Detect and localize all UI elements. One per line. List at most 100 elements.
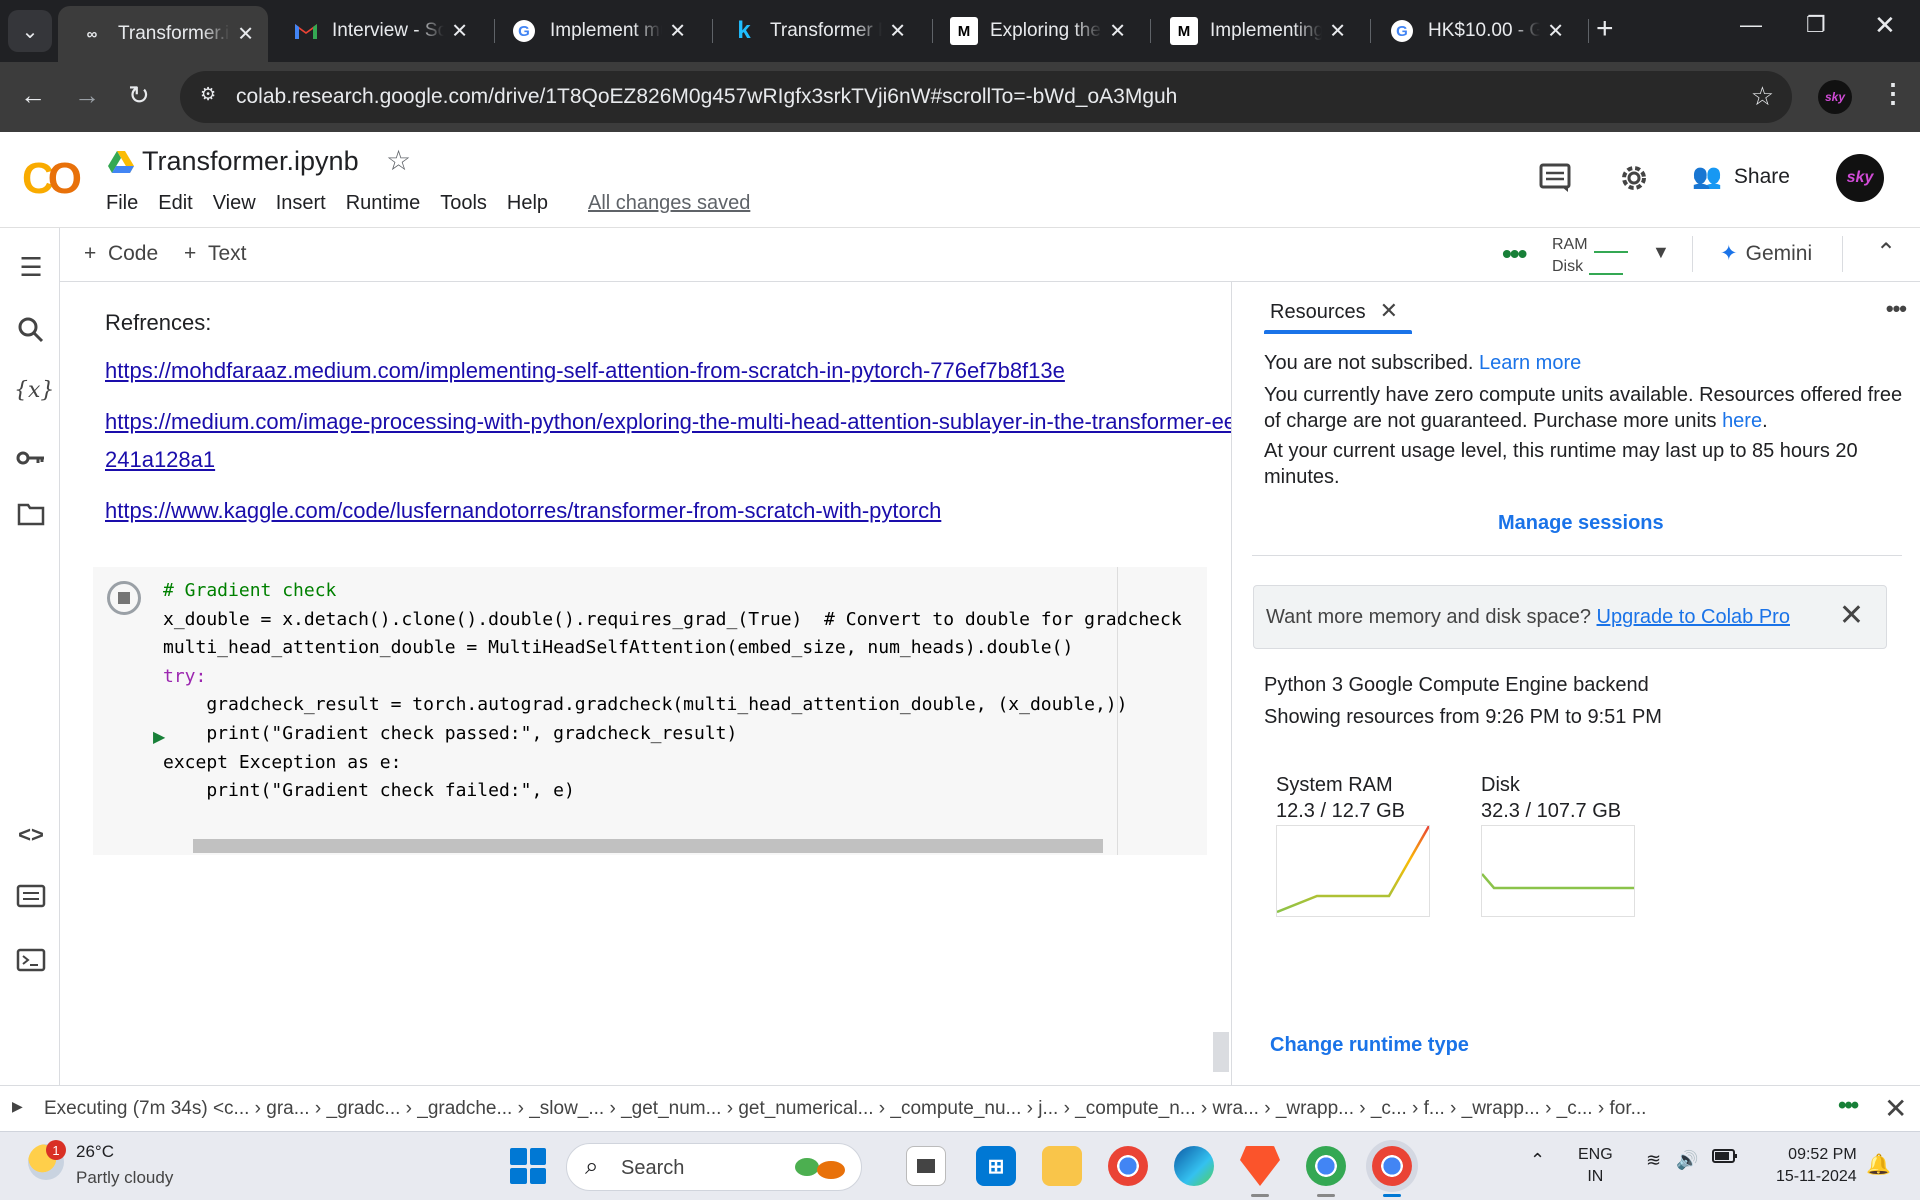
files-folder-icon[interactable] [14, 502, 48, 536]
purchase-here-link[interactable]: here [1722, 410, 1762, 432]
account-avatar[interactable]: sky [1836, 154, 1884, 202]
resource-indicator[interactable]: RAM Disk [1552, 234, 1628, 278]
close-tab-icon[interactable]: ✕ [889, 19, 906, 44]
more-options-icon[interactable]: ••• [1886, 296, 1907, 322]
close-status-icon[interactable]: ✕ [1884, 1092, 1907, 1125]
settings-gear-icon[interactable] [1618, 162, 1650, 202]
tab-medium-exploring[interactable]: M Exploring the ✕ [930, 8, 1140, 54]
dismiss-banner-icon[interactable]: ✕ [1839, 598, 1864, 633]
browser-menu-icon[interactable]: ⋮ [1880, 78, 1906, 109]
weather-temperature[interactable]: 26°C [76, 1142, 114, 1162]
reference-link[interactable]: https://www.kaggle.com/code/lusfernandot… [105, 492, 1255, 530]
change-runtime-type-link[interactable]: Change runtime type [1270, 1034, 1469, 1057]
add-text-button[interactable]: + Text [184, 242, 246, 266]
resources-tab[interactable]: Resources ✕ [1270, 298, 1398, 324]
more-frames-icon[interactable]: ••• [1838, 1092, 1859, 1120]
reference-link[interactable]: https://mohdfaraaz.medium.com/implementi… [105, 352, 1255, 390]
taskbar-search-box[interactable]: ⌕ Search [566, 1143, 862, 1191]
variables-icon[interactable]: {x} [14, 378, 54, 412]
menu-tools[interactable]: Tools [440, 192, 487, 215]
tab-gmail[interactable]: Interview - Software ✕ [272, 8, 482, 54]
collapse-header-icon[interactable]: ⌃ [1876, 238, 1896, 267]
tab-medium-implementing[interactable]: M Implementing ✕ [1150, 8, 1360, 54]
task-view-icon[interactable] [906, 1146, 946, 1186]
tab-google-hk[interactable]: G HK$10.00 - Google ✕ [1368, 8, 1578, 54]
colab-logo[interactable]: CO [22, 154, 82, 204]
minimize-icon[interactable]: — [1740, 12, 1762, 38]
menu-edit[interactable]: Edit [158, 192, 192, 215]
code-editor[interactable]: # Gradient check x_double = x.detach().cl… [163, 577, 1183, 837]
weather-description[interactable]: Partly cloudy [76, 1168, 173, 1188]
close-tab-icon[interactable]: ✕ [451, 19, 468, 44]
tab-google-implement[interactable]: G Implement multi ✕ [490, 8, 700, 54]
expand-caret-icon[interactable]: ▶ [12, 1098, 23, 1115]
wifi-icon[interactable]: ≋ [1646, 1150, 1661, 1171]
stop-execution-button[interactable] [107, 581, 141, 615]
add-code-button[interactable]: + Code [84, 242, 158, 266]
menu-view[interactable]: View [213, 192, 256, 215]
comment-icon[interactable] [1538, 162, 1572, 202]
upgrade-colab-pro-link[interactable]: Upgrade to Colab Pro [1597, 606, 1790, 628]
system-clock[interactable]: 09:52 PM 15-11-2024 [1776, 1144, 1857, 1188]
execution-status-text[interactable]: Executing (7m 34s) <c... › gra... › _gra… [44, 1098, 1646, 1120]
edge-icon[interactable] [1174, 1146, 1214, 1186]
battery-icon[interactable] [1712, 1148, 1738, 1169]
microsoft-store-icon[interactable]: ⊞ [976, 1146, 1016, 1186]
chrome-icon[interactable] [1108, 1146, 1148, 1186]
save-status[interactable]: All changes saved [588, 192, 750, 215]
menu-help[interactable]: Help [507, 192, 548, 215]
file-explorer-icon[interactable] [1042, 1146, 1082, 1186]
terminal-icon[interactable] [14, 948, 48, 982]
new-tab-icon[interactable]: + [1596, 12, 1614, 46]
code-snippets-icon[interactable]: <> [14, 822, 48, 856]
share-button[interactable]: 👥 Share [1692, 162, 1790, 191]
gemini-button[interactable]: ✦ Gemini [1720, 241, 1812, 266]
volume-icon[interactable]: 🔊 [1676, 1150, 1698, 1171]
close-panel-icon[interactable]: ✕ [1380, 298, 1398, 323]
restore-icon[interactable]: ❐ [1806, 12, 1826, 38]
chrome-profile-icon[interactable] [1306, 1146, 1346, 1186]
star-icon[interactable]: ☆ [386, 144, 411, 177]
close-tab-icon[interactable]: ✕ [237, 22, 254, 47]
notifications-bell-icon[interactable]: 🔔 [1866, 1152, 1891, 1177]
menu-runtime[interactable]: Runtime [346, 192, 420, 215]
tab-search-button[interactable]: ⌄ [8, 10, 52, 52]
runtime-dropdown-icon[interactable]: ▼ [1652, 242, 1670, 263]
site-info-icon[interactable]: ⚙ [200, 84, 226, 110]
reload-icon[interactable]: ↻ [128, 80, 150, 111]
close-tab-icon[interactable]: ✕ [1329, 19, 1346, 44]
google-drive-icon[interactable] [108, 150, 134, 174]
code-cell[interactable]: ▶ # Gradient check x_double = x.detach().… [93, 567, 1207, 855]
show-hidden-icons-icon[interactable]: ⌃ [1530, 1150, 1545, 1171]
notebook-scrollbar[interactable] [1213, 1032, 1229, 1072]
notebook-title[interactable]: Transformer.ipynb [142, 146, 359, 177]
windows-start-icon[interactable] [510, 1148, 546, 1184]
bookmark-star-icon[interactable]: ☆ [1751, 81, 1774, 112]
search-icon[interactable] [14, 316, 48, 350]
brave-icon[interactable] [1240, 1146, 1280, 1186]
tab-colab[interactable]: ∞ Transformer.ipynb ✕ [58, 6, 268, 62]
back-icon[interactable]: ← [20, 80, 46, 111]
tab-kaggle[interactable]: k Transformer From ✕ [710, 8, 920, 54]
connection-status-dots[interactable]: ••• [1502, 238, 1527, 270]
share-label: Share [1733, 164, 1790, 188]
manage-sessions-link[interactable]: Manage sessions [1498, 512, 1664, 535]
menu-file[interactable]: File [106, 192, 138, 215]
browser-profile-avatar[interactable]: sky [1818, 80, 1852, 114]
menu-insert[interactable]: Insert [276, 192, 326, 215]
omnibox[interactable]: ⚙ colab.research.google.com/drive/1T8QoE… [180, 71, 1792, 123]
close-tab-icon[interactable]: ✕ [669, 19, 686, 44]
input-language[interactable]: ENG IN [1578, 1144, 1613, 1188]
learn-more-link[interactable]: Learn more [1479, 352, 1581, 374]
forward-icon[interactable]: → [74, 80, 100, 111]
close-tab-icon[interactable]: ✕ [1109, 19, 1126, 44]
table-of-contents-icon[interactable]: ☰ [14, 252, 48, 286]
url-text[interactable]: colab.research.google.com/drive/1T8QoEZ8… [236, 85, 1177, 109]
chrome-active-icon[interactable] [1372, 1146, 1412, 1186]
horizontal-scrollbar[interactable] [193, 839, 1103, 853]
secrets-key-icon[interactable] [14, 444, 48, 478]
close-tab-icon[interactable]: ✕ [1547, 19, 1564, 44]
close-window-icon[interactable]: ✕ [1874, 10, 1896, 41]
reference-link[interactable]: https://medium.com/image-processing-with… [105, 403, 1255, 479]
command-palette-icon[interactable] [14, 884, 48, 918]
